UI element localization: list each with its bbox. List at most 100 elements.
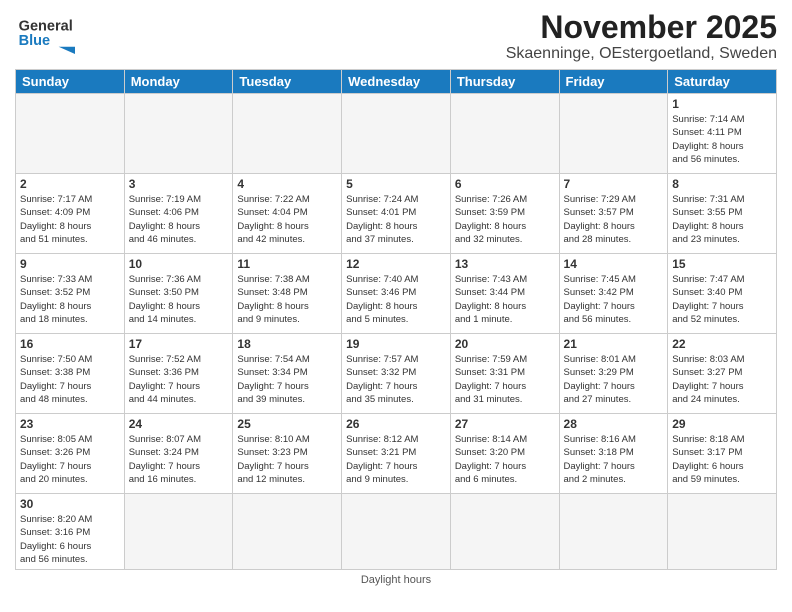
header-thursday: Thursday bbox=[450, 70, 559, 94]
day-info: Sunrise: 8:03 AM Sunset: 3:27 PM Dayligh… bbox=[672, 353, 772, 406]
day-info: Sunrise: 7:22 AM Sunset: 4:04 PM Dayligh… bbox=[237, 193, 337, 246]
day-number: 5 bbox=[346, 177, 446, 191]
table-row: 6Sunrise: 7:26 AM Sunset: 3:59 PM Daylig… bbox=[450, 174, 559, 254]
day-info: Sunrise: 8:01 AM Sunset: 3:29 PM Dayligh… bbox=[564, 353, 664, 406]
day-info: Sunrise: 8:05 AM Sunset: 3:26 PM Dayligh… bbox=[20, 433, 120, 486]
table-row: 22 Sunrise: 8:03 AM Sunset: 3:27 PM Dayli… bbox=[668, 334, 777, 414]
day-info: Sunrise: 8:20 AM Sunset: 3:16 PM Dayligh… bbox=[20, 513, 120, 566]
svg-text:Blue: Blue bbox=[19, 33, 51, 49]
header-monday: Monday bbox=[124, 70, 233, 94]
table-row bbox=[668, 494, 777, 570]
day-number: 26 bbox=[346, 417, 446, 431]
day-number: 27 bbox=[455, 417, 555, 431]
day-number: 30 bbox=[20, 497, 120, 511]
location-subtitle: Skaenninge, OEstergoetland, Sweden bbox=[506, 45, 777, 63]
table-row bbox=[342, 494, 451, 570]
day-number: 8 bbox=[672, 177, 772, 191]
header-tuesday: Tuesday bbox=[233, 70, 342, 94]
day-info: Sunrise: 7:31 AM Sunset: 3:55 PM Dayligh… bbox=[672, 193, 772, 246]
table-row: 18Sunrise: 7:54 AM Sunset: 3:34 PM Dayli… bbox=[233, 334, 342, 414]
table-row bbox=[342, 94, 451, 174]
month-year-title: November 2025 bbox=[506, 10, 777, 45]
day-number: 16 bbox=[20, 337, 120, 351]
table-row: 13 Sunrise: 7:43 AM Sunset: 3:44 PM Dayli… bbox=[450, 254, 559, 334]
calendar-week-row: 9 Sunrise: 7:33 AM Sunset: 3:52 PM Daylig… bbox=[16, 254, 777, 334]
day-info: Sunrise: 7:52 AM Sunset: 3:36 PM Dayligh… bbox=[129, 353, 229, 406]
day-number: 18 bbox=[237, 337, 337, 351]
day-number: 29 bbox=[672, 417, 772, 431]
calendar-table: Sunday Monday Tuesday Wednesday Thursday… bbox=[15, 69, 777, 570]
logo-image: General Blue bbox=[15, 14, 95, 54]
header-wednesday: Wednesday bbox=[342, 70, 451, 94]
table-row bbox=[16, 94, 125, 174]
day-number: 14 bbox=[564, 257, 664, 271]
calendar-week-row: 1Sunrise: 7:14 AM Sunset: 4:11 PM Daylig… bbox=[16, 94, 777, 174]
table-row: 2Sunrise: 7:17 AM Sunset: 4:09 PM Daylig… bbox=[16, 174, 125, 254]
day-info: Sunrise: 7:43 AM Sunset: 3:44 PM Dayligh… bbox=[455, 273, 555, 326]
calendar-header-row: Sunday Monday Tuesday Wednesday Thursday… bbox=[16, 70, 777, 94]
day-info: Sunrise: 8:18 AM Sunset: 3:17 PM Dayligh… bbox=[672, 433, 772, 486]
table-row: 26 Sunrise: 8:12 AM Sunset: 3:21 PM Dayli… bbox=[342, 414, 451, 494]
day-number: 13 bbox=[455, 257, 555, 271]
day-info: Sunrise: 7:40 AM Sunset: 3:46 PM Dayligh… bbox=[346, 273, 446, 326]
day-info: Sunrise: 7:26 AM Sunset: 3:59 PM Dayligh… bbox=[455, 193, 555, 246]
table-row bbox=[233, 494, 342, 570]
day-number: 21 bbox=[564, 337, 664, 351]
table-row: 15 Sunrise: 7:47 AM Sunset: 3:40 PM Dayli… bbox=[668, 254, 777, 334]
day-number: 28 bbox=[564, 417, 664, 431]
day-number: 10 bbox=[129, 257, 229, 271]
table-row: 14 Sunrise: 7:45 AM Sunset: 3:42 PM Dayli… bbox=[559, 254, 668, 334]
table-row bbox=[124, 94, 233, 174]
header-friday: Friday bbox=[559, 70, 668, 94]
day-info: Sunrise: 7:36 AM Sunset: 3:50 PM Dayligh… bbox=[129, 273, 229, 326]
day-info: Sunrise: 7:50 AM Sunset: 3:38 PM Dayligh… bbox=[20, 353, 120, 406]
day-info: Sunrise: 7:47 AM Sunset: 3:40 PM Dayligh… bbox=[672, 273, 772, 326]
day-info: Sunrise: 7:57 AM Sunset: 3:32 PM Dayligh… bbox=[346, 353, 446, 406]
page: General Blue November 2025 Skaenninge, O… bbox=[0, 0, 792, 596]
day-info: Sunrise: 8:14 AM Sunset: 3:20 PM Dayligh… bbox=[455, 433, 555, 486]
header-saturday: Saturday bbox=[668, 70, 777, 94]
day-number: 23 bbox=[20, 417, 120, 431]
table-row: 7 Sunrise: 7:29 AM Sunset: 3:57 PM Daylig… bbox=[559, 174, 668, 254]
calendar-week-row: 16 Sunrise: 7:50 AM Sunset: 3:38 PM Dayli… bbox=[16, 334, 777, 414]
header-sunday: Sunday bbox=[16, 70, 125, 94]
table-row bbox=[450, 494, 559, 570]
day-info: Sunrise: 7:17 AM Sunset: 4:09 PM Dayligh… bbox=[20, 193, 120, 246]
table-row bbox=[124, 494, 233, 570]
day-number: 20 bbox=[455, 337, 555, 351]
day-info: Sunrise: 7:33 AM Sunset: 3:52 PM Dayligh… bbox=[20, 273, 120, 326]
table-row bbox=[233, 94, 342, 174]
day-info: Sunrise: 7:19 AM Sunset: 4:06 PM Dayligh… bbox=[129, 193, 229, 246]
table-row: 9 Sunrise: 7:33 AM Sunset: 3:52 PM Daylig… bbox=[16, 254, 125, 334]
day-number: 11 bbox=[237, 257, 337, 271]
day-number: 24 bbox=[129, 417, 229, 431]
svg-text:General: General bbox=[19, 18, 73, 34]
table-row: 27 Sunrise: 8:14 AM Sunset: 3:20 PM Dayli… bbox=[450, 414, 559, 494]
day-number: 4 bbox=[237, 177, 337, 191]
table-row: 1Sunrise: 7:14 AM Sunset: 4:11 PM Daylig… bbox=[668, 94, 777, 174]
day-info: Sunrise: 7:14 AM Sunset: 4:11 PM Dayligh… bbox=[672, 113, 772, 166]
table-row: 21 Sunrise: 8:01 AM Sunset: 3:29 PM Dayli… bbox=[559, 334, 668, 414]
day-number: 15 bbox=[672, 257, 772, 271]
day-number: 3 bbox=[129, 177, 229, 191]
table-row: 16 Sunrise: 7:50 AM Sunset: 3:38 PM Dayli… bbox=[16, 334, 125, 414]
header: General Blue November 2025 Skaenninge, O… bbox=[15, 10, 777, 63]
day-info: Sunrise: 7:29 AM Sunset: 3:57 PM Dayligh… bbox=[564, 193, 664, 246]
footer-note: Daylight hours bbox=[15, 574, 777, 586]
day-info: Sunrise: 7:45 AM Sunset: 3:42 PM Dayligh… bbox=[564, 273, 664, 326]
day-info: Sunrise: 8:07 AM Sunset: 3:24 PM Dayligh… bbox=[129, 433, 229, 486]
day-number: 22 bbox=[672, 337, 772, 351]
day-info: Sunrise: 8:12 AM Sunset: 3:21 PM Dayligh… bbox=[346, 433, 446, 486]
table-row: 30 Sunrise: 8:20 AM Sunset: 3:16 PM Dayli… bbox=[16, 494, 125, 570]
day-number: 17 bbox=[129, 337, 229, 351]
day-number: 9 bbox=[20, 257, 120, 271]
day-info: Sunrise: 7:24 AM Sunset: 4:01 PM Dayligh… bbox=[346, 193, 446, 246]
day-number: 7 bbox=[564, 177, 664, 191]
table-row bbox=[559, 494, 668, 570]
title-area: November 2025 Skaenninge, OEstergoetland… bbox=[506, 10, 777, 63]
table-row: 3 Sunrise: 7:19 AM Sunset: 4:06 PM Daylig… bbox=[124, 174, 233, 254]
table-row: 19Sunrise: 7:57 AM Sunset: 3:32 PM Dayli… bbox=[342, 334, 451, 414]
table-row: 29 Sunrise: 8:18 AM Sunset: 3:17 PM Dayli… bbox=[668, 414, 777, 494]
table-row bbox=[559, 94, 668, 174]
table-row: 28Sunrise: 8:16 AM Sunset: 3:18 PM Dayli… bbox=[559, 414, 668, 494]
